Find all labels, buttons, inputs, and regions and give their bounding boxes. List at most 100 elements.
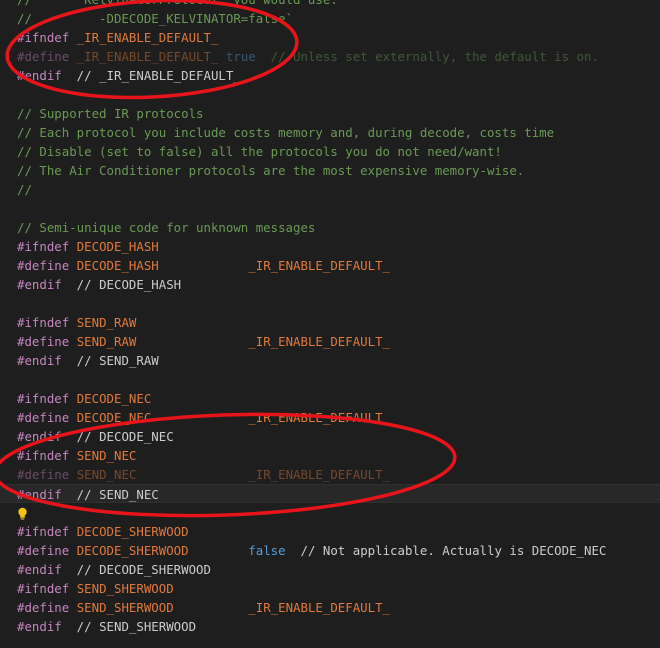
code-line[interactable]: // -DDECODE_KELVINATOR=false` xyxy=(0,9,660,28)
token-kw: #define xyxy=(17,600,70,615)
code-line[interactable]: // xyxy=(0,180,660,199)
code-line[interactable]: #define SEND_RAW _IR_ENABLE_DEFAULT_ xyxy=(0,332,660,351)
token-plain: // _IR_ENABLE_DEFAULT_ xyxy=(61,68,241,83)
code-line[interactable] xyxy=(0,503,660,522)
code-line[interactable]: #endif // SEND_RAW xyxy=(0,351,660,370)
code-line[interactable]: #endif // _IR_ENABLE_DEFAULT_ xyxy=(0,66,660,85)
code-line[interactable]: #endif // DECODE_SHERWOOD xyxy=(0,560,660,579)
token-cmt: // Each protocol you include costs memor… xyxy=(17,125,555,140)
token-mac: SEND_NEC xyxy=(76,467,137,482)
code-line[interactable]: #endif // DECODE_HASH xyxy=(0,275,660,294)
code-line[interactable]: #define SEND_SHERWOOD _IR_ENABLE_DEFAULT… xyxy=(0,598,660,617)
token-cmt: // Unless set externally, the default is… xyxy=(270,49,599,64)
code-line[interactable]: // Semi-unique code for unknown messages xyxy=(0,218,660,237)
token-val: _IR_ENABLE_DEFAULT_ xyxy=(248,258,391,273)
token-kw: #ifndef xyxy=(17,391,70,406)
code-line[interactable]: #ifndef SEND_RAW xyxy=(0,313,660,332)
code-line[interactable]: #ifndef DECODE_SHERWOOD xyxy=(0,522,660,541)
code-line[interactable]: #ifndef DECODE_HASH xyxy=(0,237,660,256)
token-plain: // SEND_NEC xyxy=(61,487,159,502)
token-plain: // Not applicable. Actually is DECODE_NE… xyxy=(285,543,607,558)
code-line[interactable] xyxy=(0,199,660,218)
token-plain: // DECODE_NEC xyxy=(61,429,174,444)
token-cmt: // -DDECODE_KELVINATOR=false` xyxy=(17,11,294,26)
token-mac: DECODE_NEC xyxy=(76,410,152,425)
token-kw: #endif xyxy=(17,353,62,368)
token-mac: _IR_ENABLE_DEFAULT_ xyxy=(76,49,219,64)
code-line[interactable]: #define DECODE_SHERWOOD false // Not app… xyxy=(0,541,660,560)
code-line[interactable]: // Each protocol you include costs memor… xyxy=(0,123,660,142)
token-mac: DECODE_SHERWOOD xyxy=(76,543,189,558)
token-cmt: // xyxy=(17,182,32,197)
code-line[interactable]: #ifndef SEND_NEC xyxy=(0,446,660,465)
code-editor[interactable]: // KelvinatorProtocol, you would use: // … xyxy=(0,0,660,648)
token-kw: #endif xyxy=(17,562,62,577)
token-mac: DECODE_HASH xyxy=(76,258,159,273)
token-mac: SEND_NEC xyxy=(76,448,137,463)
token-cmt: // KelvinatorProtocol, you would use: xyxy=(17,0,338,7)
token-kw: #define xyxy=(17,334,70,349)
token-kw: #define xyxy=(17,410,70,425)
token-val: _IR_ENABLE_DEFAULT_ xyxy=(248,600,391,615)
token-kw: #endif xyxy=(17,68,62,83)
code-line[interactable]: // Disable (set to false) all the protoc… xyxy=(0,142,660,161)
token-cmt: // Supported IR protocols xyxy=(17,106,204,121)
code-line[interactable] xyxy=(0,294,660,313)
token-kw: #ifndef xyxy=(17,239,70,254)
code-line[interactable]: #define SEND_NEC _IR_ENABLE_DEFAULT_ xyxy=(0,465,660,484)
code-line[interactable]: #define DECODE_HASH _IR_ENABLE_DEFAULT_ xyxy=(0,256,660,275)
code-line[interactable] xyxy=(0,85,660,104)
code-line[interactable]: #ifndef SEND_SHERWOOD xyxy=(0,579,660,598)
code-line[interactable]: // Supported IR protocols xyxy=(0,104,660,123)
token-mac: DECODE_NEC xyxy=(76,391,152,406)
token-val: _IR_ENABLE_DEFAULT_ xyxy=(248,410,391,425)
token-plain: // DECODE_SHERWOOD xyxy=(61,562,211,577)
token-plain: // SEND_RAW xyxy=(61,353,159,368)
code-line[interactable]: #ifndef DECODE_NEC xyxy=(0,389,660,408)
code-line[interactable]: #define _IR_ENABLE_DEFAULT_ true // Unle… xyxy=(0,47,660,66)
token-kw: #define xyxy=(17,543,70,558)
code-line-current[interactable]: #endif // SEND_NEC xyxy=(0,484,660,503)
token-cmt: // Semi-unique code for unknown messages xyxy=(17,220,316,235)
token-mac: DECODE_HASH xyxy=(76,239,159,254)
code-line[interactable]: #endif // DECODE_NEC xyxy=(0,427,660,446)
token-kw: #ifndef xyxy=(17,30,70,45)
token-kw: #endif xyxy=(17,619,62,634)
code-line[interactable] xyxy=(0,370,660,389)
token-mac: SEND_RAW xyxy=(76,334,137,349)
code-line[interactable]: #ifndef _IR_ENABLE_DEFAULT_ xyxy=(0,28,660,47)
token-bool: false xyxy=(248,543,286,558)
code-line[interactable]: #endif // SEND_SHERWOOD xyxy=(0,617,660,636)
code-line[interactable]: // The Air Conditioner protocols are the… xyxy=(0,161,660,180)
token-mac: _IR_ENABLE_DEFAULT_ xyxy=(76,30,219,45)
token-plain: // DECODE_HASH xyxy=(61,277,182,292)
code-line[interactable]: #define DECODE_NEC _IR_ENABLE_DEFAULT_ xyxy=(0,408,660,427)
token-kw: #endif xyxy=(17,487,62,502)
code-line[interactable]: // KelvinatorProtocol, you would use: xyxy=(0,0,660,9)
token-val: _IR_ENABLE_DEFAULT_ xyxy=(248,334,391,349)
token-kw: #define xyxy=(17,258,70,273)
token-kw: #ifndef xyxy=(17,448,70,463)
lightbulb-icon[interactable] xyxy=(17,506,28,520)
token-plain: // SEND_SHERWOOD xyxy=(61,619,197,634)
